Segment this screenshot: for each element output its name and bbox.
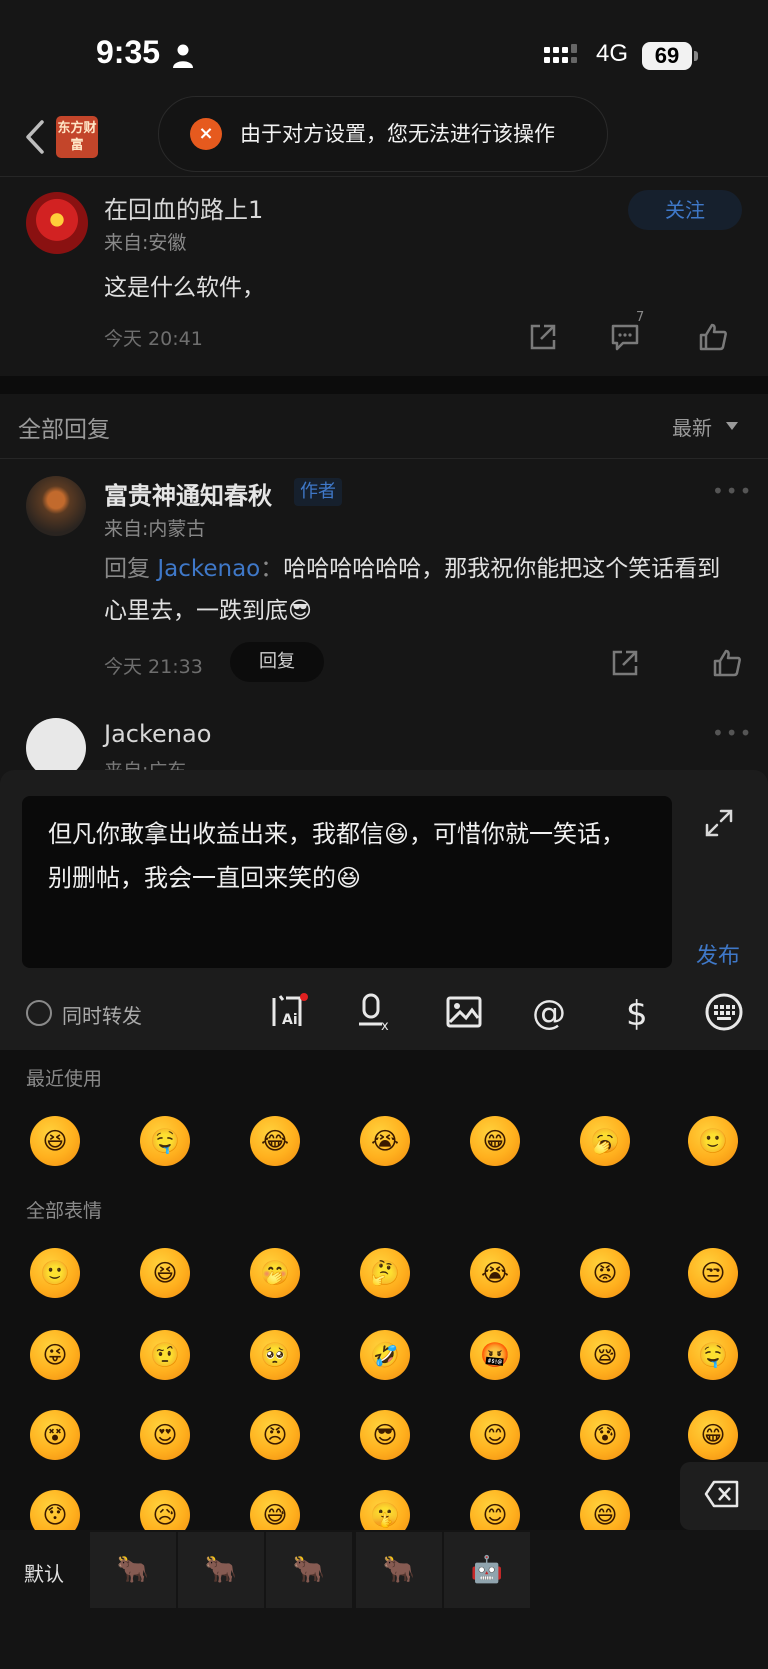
emoji-item[interactable]: 😭 bbox=[360, 1116, 410, 1166]
emoji-item[interactable]: 🤤 bbox=[140, 1116, 190, 1166]
reply-username[interactable]: Jackenao bbox=[104, 720, 211, 748]
avatar[interactable] bbox=[26, 476, 86, 536]
mention-icon[interactable]: @ bbox=[530, 992, 570, 1032]
divider bbox=[0, 176, 768, 177]
battery-indicator: 69 bbox=[642, 42, 692, 70]
error-icon: × bbox=[190, 118, 222, 150]
emoji-item[interactable]: 🤬 bbox=[470, 1330, 520, 1380]
emoji-item[interactable]: 🥺 bbox=[250, 1330, 300, 1380]
keyboard-icon[interactable] bbox=[704, 992, 744, 1032]
comment-count: 7 bbox=[636, 310, 645, 325]
emoji-item[interactable]: 😁 bbox=[688, 1410, 738, 1460]
emoji-item[interactable]: 🙂 bbox=[30, 1248, 80, 1298]
battery-tip bbox=[694, 51, 698, 61]
emoji-item[interactable]: 🤤 bbox=[688, 1330, 738, 1380]
back-arrow-icon[interactable] bbox=[22, 118, 46, 156]
emoji-item[interactable]: 😊 bbox=[470, 1410, 520, 1460]
app-logo: 东方财富 bbox=[56, 116, 98, 158]
divider bbox=[0, 458, 768, 459]
reply-body: 回复 Jackenao：哈哈哈哈哈哈，那我祝你能把这个笑话看到心里去，一跌到底😎 bbox=[104, 556, 721, 624]
emoji-item[interactable]: 😠 bbox=[250, 1410, 300, 1460]
emoji-pack-tab[interactable]: 🐂 bbox=[178, 1532, 264, 1608]
emoji-item[interactable]: 😆 bbox=[140, 1248, 190, 1298]
voice-to-text-icon[interactable]: x bbox=[356, 992, 396, 1032]
post-body: 这是什么软件， bbox=[104, 275, 265, 301]
emoji-pack-tab[interactable]: 🤖 bbox=[444, 1532, 530, 1608]
tab-default[interactable]: 默认 bbox=[24, 1558, 64, 1587]
repost-label[interactable]: 同时转发 bbox=[62, 1000, 142, 1029]
post-username[interactable]: 在回血的路上1 bbox=[104, 190, 263, 225]
emoji-item[interactable]: 😁 bbox=[470, 1116, 520, 1166]
emoji-item[interactable]: 🥱 bbox=[580, 1116, 630, 1166]
reply-location: 来自:内蒙古 bbox=[104, 518, 206, 540]
avatar[interactable] bbox=[26, 192, 88, 254]
all-emoji-label: 全部表情 bbox=[26, 1200, 103, 1222]
reply-button[interactable]: 回复 bbox=[230, 642, 324, 682]
post-time: 今天 20:41 bbox=[104, 328, 203, 350]
follow-button[interactable]: 关注 bbox=[628, 190, 742, 230]
more-icon[interactable]: ••• bbox=[712, 723, 751, 743]
emoji-pack-tab[interactable]: 🐂 bbox=[90, 1532, 176, 1608]
emoji-item[interactable]: 😭 bbox=[470, 1248, 520, 1298]
svg-text:$: $ bbox=[626, 994, 648, 1032]
emoji-item[interactable]: 😍 bbox=[140, 1410, 190, 1460]
post-location: 来自:安徽 bbox=[104, 232, 187, 254]
image-icon[interactable] bbox=[444, 992, 484, 1032]
reply-input-text[interactable]: 但凡你敢拿出收益出来，我都信😆，可惜你就一笑话，别删帖，我会一直回来笑的😆 bbox=[48, 812, 648, 900]
emoji-pack-tab[interactable]: 🐂 bbox=[266, 1532, 352, 1608]
backspace-icon[interactable] bbox=[704, 1480, 740, 1508]
status-time: 9:35 bbox=[96, 34, 161, 70]
emoji-item[interactable]: 😡 bbox=[580, 1248, 630, 1298]
emoji-item[interactable]: 😰 bbox=[580, 1410, 630, 1460]
like-icon[interactable] bbox=[712, 648, 742, 678]
sort-dropdown[interactable]: 最新 bbox=[672, 412, 712, 441]
emoji-item[interactable]: 😜 bbox=[30, 1330, 80, 1380]
signal-icon bbox=[544, 44, 577, 63]
emoji-item[interactable]: 😒 bbox=[688, 1248, 738, 1298]
svg-text:x: x bbox=[381, 1019, 389, 1032]
like-icon[interactable] bbox=[698, 322, 728, 352]
emoji-item[interactable]: 😆 bbox=[30, 1116, 80, 1166]
emoji-item[interactable]: 🤔 bbox=[360, 1248, 410, 1298]
svg-text:Ai: Ai bbox=[282, 1012, 298, 1028]
emoji-item[interactable]: 😂 bbox=[250, 1116, 300, 1166]
person-icon bbox=[173, 44, 193, 68]
section-separator bbox=[0, 376, 768, 394]
toast-text: 由于对方设置，您无法进行该操作 bbox=[240, 122, 555, 146]
emoji-item[interactable]: 🤨 bbox=[140, 1330, 190, 1380]
repost-checkbox[interactable] bbox=[26, 1000, 52, 1026]
mention-link[interactable]: Jackenao bbox=[157, 556, 260, 582]
emoji-item[interactable]: 🤣 bbox=[360, 1330, 410, 1380]
ai-ask-icon[interactable]: Ai bbox=[268, 992, 308, 1032]
chevron-down-icon[interactable] bbox=[726, 422, 738, 430]
replies-title: 全部回复 bbox=[18, 417, 110, 443]
avatar[interactable] bbox=[26, 718, 86, 778]
emoji-item[interactable]: 😎 bbox=[360, 1410, 410, 1460]
author-badge: 作者 bbox=[294, 478, 342, 506]
network-label: 4G bbox=[596, 40, 629, 67]
more-icon[interactable]: ••• bbox=[712, 481, 751, 501]
recent-label: 最近使用 bbox=[26, 1068, 103, 1090]
emoji-item[interactable]: 😵 bbox=[30, 1410, 80, 1460]
comment-icon[interactable] bbox=[610, 322, 640, 352]
reply-username[interactable]: 富贵神通知春秋 bbox=[104, 476, 272, 511]
share-icon[interactable] bbox=[610, 648, 640, 678]
stock-symbol-icon[interactable]: $ bbox=[618, 992, 658, 1032]
reply-time: 今天 21:33 bbox=[104, 656, 203, 678]
share-icon[interactable] bbox=[528, 322, 558, 352]
emoji-item[interactable]: 🤭 bbox=[250, 1248, 300, 1298]
expand-icon[interactable] bbox=[704, 808, 734, 838]
publish-button[interactable]: 发布 bbox=[696, 938, 740, 970]
emoji-item[interactable]: 😪 bbox=[580, 1330, 630, 1380]
svg-text:@: @ bbox=[532, 993, 566, 1032]
emoji-pack-tab[interactable]: 🐂 bbox=[356, 1532, 442, 1608]
emoji-item[interactable]: 🙂 bbox=[688, 1116, 738, 1166]
